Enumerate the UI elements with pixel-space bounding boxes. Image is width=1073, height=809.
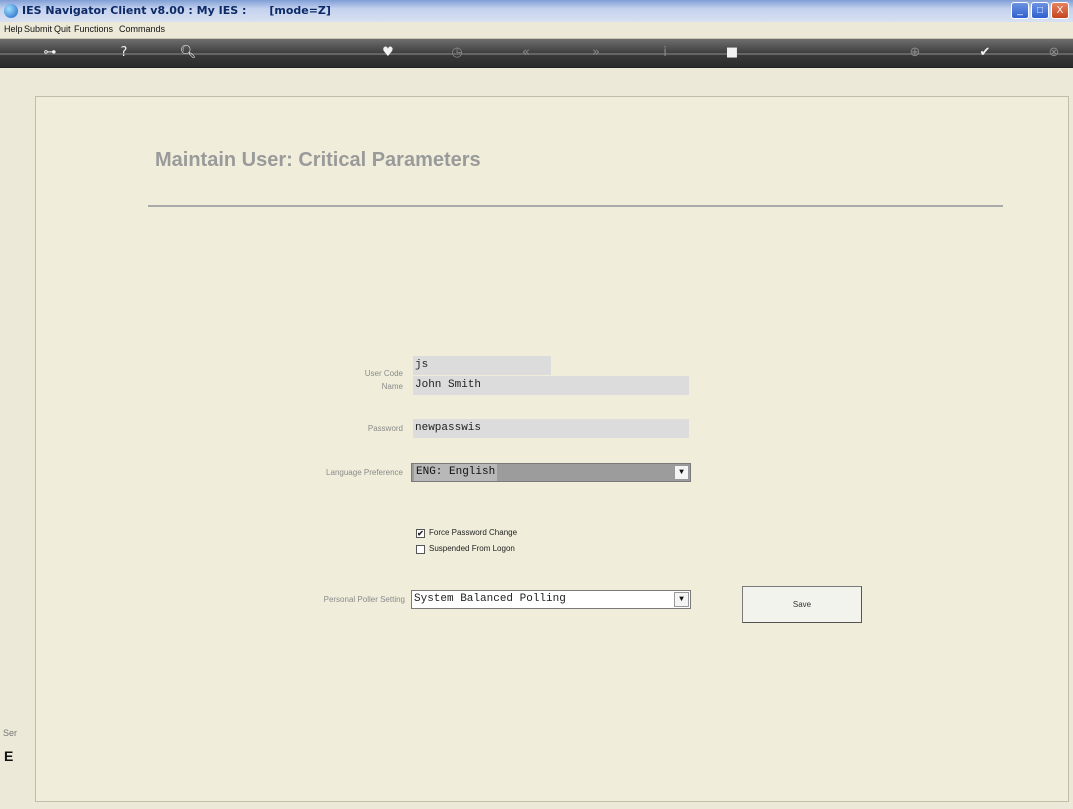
side-panel-letter: E bbox=[4, 748, 14, 764]
app-icon bbox=[4, 4, 18, 18]
password-field[interactable]: newpasswis bbox=[413, 419, 689, 438]
window-title: IES Navigator Client v8.00 : My IES : [m… bbox=[22, 4, 331, 17]
key-icon[interactable]: ⊶ bbox=[40, 44, 60, 62]
language-label: Language Preference bbox=[326, 468, 403, 477]
poller-label: Personal Poller Setting bbox=[323, 595, 405, 604]
poller-select-value: System Balanced Polling bbox=[414, 593, 566, 605]
history-icon[interactable]: ◷ bbox=[447, 44, 467, 62]
side-panel-label: Ser bbox=[3, 728, 18, 738]
title-bar[interactable]: IES Navigator Client v8.00 : My IES : [m… bbox=[0, 0, 1073, 22]
back-icon[interactable]: « bbox=[516, 44, 536, 62]
poller-select[interactable]: System Balanced Polling ▼ bbox=[411, 590, 691, 609]
menu-quit[interactable]: Quit bbox=[54, 24, 71, 34]
name-field[interactable]: John Smith bbox=[413, 376, 689, 395]
save-button[interactable]: Save bbox=[742, 586, 862, 623]
suspended-label: Suspended From Logon bbox=[429, 544, 515, 553]
page-title: Maintain User: Critical Parameters bbox=[155, 149, 481, 171]
menu-bar: Help Submit Quit Functions Commands bbox=[0, 22, 1073, 39]
title-divider bbox=[148, 205, 1003, 207]
info-icon[interactable]: i bbox=[655, 44, 675, 62]
help-icon[interactable]: ? bbox=[114, 44, 134, 62]
suspended-checkbox[interactable] bbox=[416, 545, 425, 554]
force-password-checkbox[interactable]: ✔ bbox=[416, 529, 425, 538]
app-window: IES Navigator Client v8.00 : My IES : [m… bbox=[0, 0, 1073, 809]
ok-icon[interactable]: ✔ bbox=[975, 44, 995, 62]
user-code-label: User Code bbox=[364, 369, 403, 378]
language-select[interactable]: ENG: English ▼ bbox=[411, 463, 691, 482]
minimize-button[interactable]: _ bbox=[1011, 2, 1029, 19]
chevron-down-icon[interactable]: ▼ bbox=[674, 465, 689, 480]
language-select-value: ENG: English bbox=[414, 464, 498, 481]
force-password-label: Force Password Change bbox=[429, 528, 518, 537]
chevron-down-icon[interactable]: ▼ bbox=[674, 592, 689, 607]
menu-help[interactable]: Help bbox=[4, 24, 23, 34]
cancel-icon[interactable]: ⊗ bbox=[1044, 44, 1064, 62]
content-panel bbox=[35, 96, 1069, 802]
stop-icon[interactable]: ■ bbox=[722, 44, 742, 62]
menu-submit[interactable]: Submit bbox=[24, 24, 52, 34]
menu-functions[interactable]: Functions bbox=[74, 24, 113, 34]
heart-icon[interactable]: ♥ bbox=[378, 44, 398, 62]
password-label: Password bbox=[367, 424, 403, 433]
menu-commands[interactable]: Commands bbox=[119, 24, 165, 34]
name-label: Name bbox=[381, 382, 403, 391]
close-button[interactable]: X bbox=[1051, 2, 1069, 19]
user-code-field[interactable]: js bbox=[413, 356, 551, 375]
side-panel bbox=[0, 96, 34, 802]
toolbar: ⊶? 🔍︎ ♥ ◷ « » i ■ ⊕ ✔ ⊗ bbox=[0, 39, 1073, 68]
add-icon[interactable]: ⊕ bbox=[905, 44, 925, 62]
forward-icon[interactable]: » bbox=[586, 44, 606, 62]
search-icon[interactable]: 🔍︎ bbox=[178, 44, 198, 62]
maximize-button[interactable]: □ bbox=[1031, 2, 1049, 19]
